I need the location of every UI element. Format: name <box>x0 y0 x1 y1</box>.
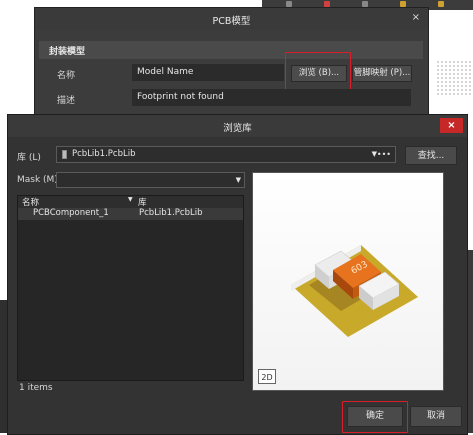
library-select[interactable]: PcbLib1.PcbLib ▼ ••• <box>56 146 396 163</box>
pin-map-button[interactable]: 管脚映射 (P)... <box>352 65 412 82</box>
component-3d-view: 603 <box>291 245 418 337</box>
row-name: PCBComponent_1 <box>33 208 109 218</box>
browse-library-titlebar: 浏览库 × <box>8 115 467 137</box>
item-count: 1 items <box>19 383 53 393</box>
column-name[interactable]: 名称 <box>22 196 39 208</box>
ok-highlight <box>342 401 408 433</box>
library-label: 库 (L) <box>17 153 41 163</box>
close-icon[interactable]: × <box>412 12 420 23</box>
component-list[interactable]: 名称 ▼ 库 PCBComponent_1 PcbLib1.PcbLib <box>17 195 244 381</box>
find-button[interactable]: 查找... <box>405 146 457 165</box>
description-label: 描述 <box>57 96 76 106</box>
column-library[interactable]: 库 <box>138 196 147 208</box>
description-field[interactable]: Footprint not found <box>132 89 411 106</box>
row-library: PcbLib1.PcbLib <box>139 208 203 218</box>
toolbar-icon[interactable] <box>438 1 444 7</box>
library-value: PcbLib1.PcbLib <box>72 149 136 159</box>
footprint-model-section: 封装模型 <box>39 41 423 59</box>
close-icon[interactable]: × <box>440 118 463 133</box>
section-title: 封装模型 <box>49 47 86 57</box>
browse-highlight <box>285 52 351 92</box>
pcb-model-titlebar: PCB模型 × <box>35 8 428 30</box>
name-field[interactable]: Model Name <box>132 64 284 81</box>
mask-label: Mask (M) <box>17 175 58 185</box>
footprint-preview[interactable]: 603 2D <box>252 172 444 391</box>
pcb-file-icon <box>62 150 67 159</box>
more-icon[interactable]: ••• <box>377 147 391 162</box>
browse-library-dialog: 浏览库 × 库 (L) PcbLib1.PcbLib ▼ ••• 查找... M… <box>7 114 468 435</box>
name-label: 名称 <box>57 71 76 81</box>
chevron-down-icon: ▼ <box>235 176 241 184</box>
browse-library-title: 浏览库 <box>223 123 252 134</box>
pcb-model-dialog: PCB模型 × 封装模型 名称 Model Name 浏览 (B)... 管脚映… <box>34 7 429 124</box>
sort-down-icon: ▼ <box>128 196 133 203</box>
pcb-model-title: PCB模型 <box>212 16 251 27</box>
background-canvas <box>436 60 473 96</box>
view-mode-button[interactable]: 2D <box>258 369 276 384</box>
cancel-button[interactable]: 取消 <box>410 406 462 427</box>
mask-input[interactable]: ▼ <box>56 172 245 188</box>
table-row[interactable]: PCBComponent_1 PcbLib1.PcbLib <box>18 208 243 220</box>
